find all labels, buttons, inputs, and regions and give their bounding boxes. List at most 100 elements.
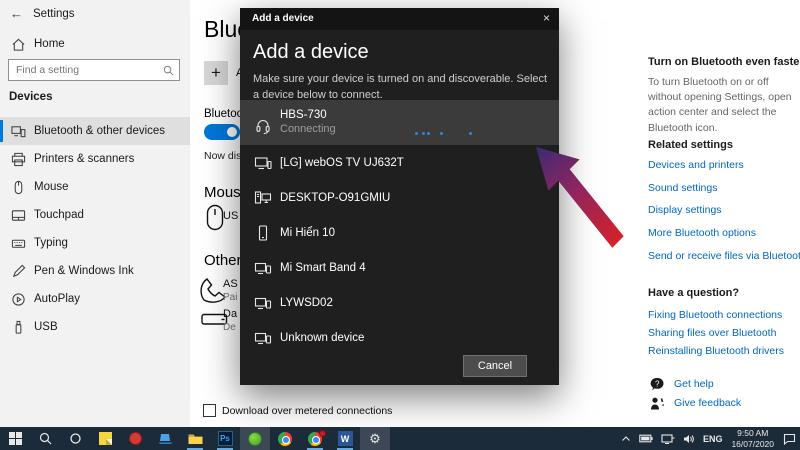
green-app-button[interactable] xyxy=(240,427,270,450)
device-name: LYWSD02 xyxy=(280,296,333,309)
link-reinstalling-drivers[interactable]: Reinstalling Bluetooth drivers xyxy=(648,345,784,357)
windows-logo-icon xyxy=(8,432,22,445)
link-sharing-files[interactable]: Sharing files over Bluetooth xyxy=(648,327,776,339)
tv-icon xyxy=(254,156,272,169)
search-input[interactable] xyxy=(9,60,159,80)
back-button[interactable]: ← xyxy=(10,6,23,21)
get-help-link[interactable]: ? Get help xyxy=(650,377,714,397)
sidebar-nav: Bluetooth & other devices Printers & sca… xyxy=(0,117,190,341)
sidebar-section-label: Devices xyxy=(9,91,53,103)
tray-clock[interactable]: 9:50 AM 16/07/2020 xyxy=(726,428,779,448)
svg-text:?: ? xyxy=(655,379,660,388)
other-device-status: Pai xyxy=(223,292,238,303)
desktop-pc-icon xyxy=(254,190,272,204)
toggle-knob xyxy=(227,127,237,137)
battery-icon xyxy=(639,434,653,443)
file-explorer-button[interactable] xyxy=(180,427,210,450)
other-device-name: AS xyxy=(223,278,238,290)
window-title: Settings xyxy=(33,8,75,20)
give-feedback-label: Give feedback xyxy=(674,397,742,409)
sidebar-item-mouse[interactable]: Mouse xyxy=(0,173,190,201)
search-icon xyxy=(39,432,51,445)
device-row-lywsd02[interactable]: LYWSD02 xyxy=(240,285,559,320)
sidebar: ← Settings Home Devices Bluetooth & othe… xyxy=(0,0,190,427)
search-box xyxy=(8,59,180,81)
device-row-lg-tv[interactable]: [LG] webOS TV UJ632T xyxy=(240,145,559,180)
generic-device-icon xyxy=(254,262,272,274)
device-row-mi-phone[interactable]: Mi Hiển 10 xyxy=(240,215,559,250)
chevron-up-icon xyxy=(622,435,630,441)
notification-badge xyxy=(319,430,326,437)
other-device-name: Da xyxy=(223,308,238,320)
sidebar-item-printers[interactable]: Printers & scanners xyxy=(0,145,190,173)
sidebar-item-home[interactable]: Home xyxy=(0,33,190,57)
cortana-icon xyxy=(69,433,81,444)
start-button[interactable] xyxy=(0,427,30,450)
device-row-unknown[interactable]: Unknown device xyxy=(240,320,559,355)
photoshop-button[interactable]: Ps xyxy=(210,427,240,450)
generic-device-icon xyxy=(254,332,272,344)
metered-checkbox-label: Download over metered connections xyxy=(222,405,393,417)
network-indicator[interactable] xyxy=(657,427,679,450)
link-devices-and-printers[interactable]: Devices and printers xyxy=(648,159,744,171)
ethernet-icon xyxy=(661,433,675,444)
action-center-button[interactable] xyxy=(779,427,800,450)
taskbar-search-button[interactable] xyxy=(30,427,60,450)
speaker-icon xyxy=(683,434,694,443)
chrome-profile-button[interactable] xyxy=(300,427,330,450)
usb-icon xyxy=(15,320,22,334)
get-help-label: Get help xyxy=(674,378,714,390)
word-button[interactable]: W xyxy=(330,427,360,450)
taskbar: Ps W ⚙ ENG 9:50 AM 16/07/2020 xyxy=(0,427,800,450)
tray-date: 16/07/2020 xyxy=(731,438,774,449)
feedback-icon xyxy=(651,397,665,410)
cancel-button[interactable]: Cancel xyxy=(463,355,527,377)
sidebar-item-bluetooth[interactable]: Bluetooth & other devices xyxy=(0,117,190,145)
battery-indicator[interactable] xyxy=(635,427,657,450)
file-explorer-icon xyxy=(188,434,202,444)
volume-indicator[interactable] xyxy=(679,427,699,450)
dialog-titlebar: Add a device × xyxy=(240,8,559,30)
sidebar-item-label: Printers & scanners xyxy=(34,153,135,165)
link-more-bluetooth-options[interactable]: More Bluetooth options xyxy=(648,227,756,239)
unikey-icon xyxy=(128,432,142,445)
metered-checkbox[interactable] xyxy=(203,404,216,417)
settings-taskbar-button[interactable]: ⚙ xyxy=(360,427,390,450)
laptop-app-button[interactable] xyxy=(150,427,180,450)
bluetooth-toggle[interactable] xyxy=(204,124,240,140)
tray-chevron-button[interactable] xyxy=(617,427,635,450)
sidebar-item-label: Pen & Windows Ink xyxy=(34,265,134,277)
home-label: Home xyxy=(34,38,65,50)
sidebar-item-typing[interactable]: Typing xyxy=(0,229,190,257)
sidebar-item-autoplay[interactable]: AutoPlay xyxy=(0,285,190,313)
link-send-receive-files[interactable]: Send or receive files via Bluetooth xyxy=(648,250,800,262)
chrome-button[interactable] xyxy=(270,427,300,450)
give-feedback-link[interactable]: Give feedback xyxy=(650,396,741,416)
device-row-desktop[interactable]: DESKTOP-O91GMIU xyxy=(240,180,559,215)
add-device-dialog: Add a device × Add a device Make sure yo… xyxy=(240,8,559,385)
device-name: Mi Hiển 10 xyxy=(280,226,335,239)
action-center-icon xyxy=(783,433,796,445)
device-row-mi-band[interactable]: Mi Smart Band 4 xyxy=(240,250,559,285)
sidebar-item-pen[interactable]: Pen & Windows Ink xyxy=(0,257,190,285)
unikey-button[interactable] xyxy=(120,427,150,450)
link-sound-settings[interactable]: Sound settings xyxy=(648,182,717,194)
dialog-heading: Add a device xyxy=(253,41,369,63)
language-indicator[interactable]: ENG xyxy=(699,427,727,450)
mouse-small-icon xyxy=(14,180,23,195)
add-device-button[interactable]: + xyxy=(204,61,228,85)
sidebar-item-touchpad[interactable]: Touchpad xyxy=(0,201,190,229)
link-display-settings[interactable]: Display settings xyxy=(648,204,722,216)
keyboard-icon xyxy=(11,239,26,248)
close-icon[interactable]: × xyxy=(543,11,550,25)
search-icon[interactable] xyxy=(163,65,174,76)
link-fixing-bluetooth[interactable]: Fixing Bluetooth connections xyxy=(648,309,782,321)
cortana-button[interactable] xyxy=(60,427,90,450)
sticky-notes-button[interactable] xyxy=(90,427,120,450)
sidebar-item-usb[interactable]: USB xyxy=(0,313,190,341)
mouse-icon xyxy=(206,204,224,231)
autoplay-icon xyxy=(12,293,25,306)
tip-heading: Turn on Bluetooth even faster xyxy=(648,56,800,68)
progress-dots xyxy=(240,132,559,136)
device-row-hbs730[interactable]: HBS-730 Connecting xyxy=(240,100,559,145)
